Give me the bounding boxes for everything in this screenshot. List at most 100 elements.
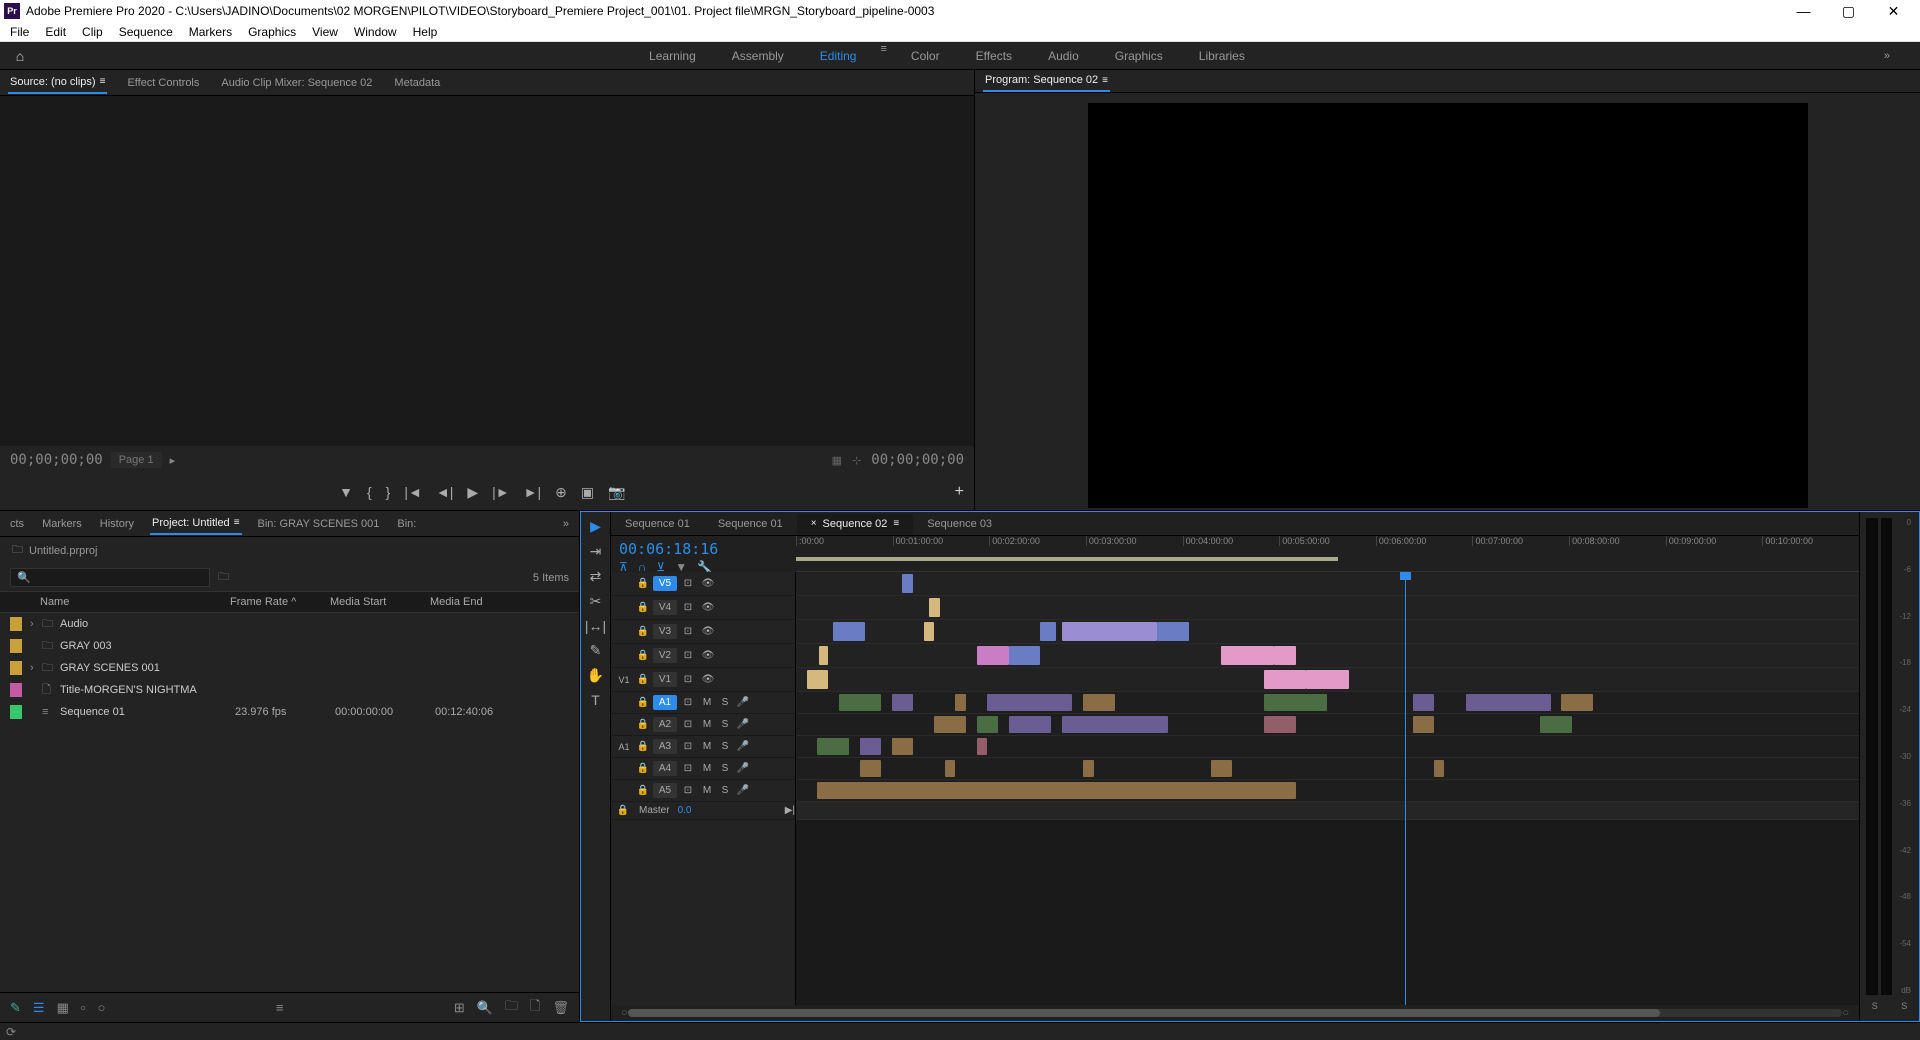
workspace-effects[interactable]: Effects: [958, 43, 1030, 69]
master-track-header[interactable]: 🔒Master0.0▶|: [611, 802, 795, 820]
project-tab[interactable]: Project: Untitled≡: [150, 513, 242, 535]
track-target[interactable]: A3: [653, 739, 677, 754]
menu-edit[interactable]: Edit: [37, 23, 74, 41]
timeline-ruler[interactable]: :00:0000:01:00:0000:02:00:0000:03:00:000…: [796, 536, 1859, 572]
freeform-view-icon[interactable]: ▫: [81, 1000, 86, 1015]
track-select-tool-icon[interactable]: ⇥: [590, 543, 602, 560]
bin-row[interactable]: › 🗀 GRAY SCENES 001: [0, 657, 579, 679]
clip[interactable]: [1009, 646, 1041, 665]
clip[interactable]: [860, 760, 881, 777]
track-lane[interactable]: [796, 644, 1859, 668]
menu-view[interactable]: View: [304, 23, 346, 41]
source-patch[interactable]: A1: [615, 742, 633, 752]
clip[interactable]: [924, 622, 935, 641]
clip[interactable]: [892, 738, 913, 755]
clip[interactable]: [945, 760, 956, 777]
panel-menu-icon[interactable]: ≡: [234, 517, 240, 528]
clip[interactable]: [1083, 694, 1115, 711]
source-patch[interactable]: V1: [615, 675, 633, 685]
clip[interactable]: [1274, 646, 1295, 665]
toggle-output-icon[interactable]: 👁: [699, 626, 717, 637]
pen-tool-icon[interactable]: ✎: [590, 642, 602, 659]
clip[interactable]: [1264, 694, 1328, 711]
minimize-button[interactable]: —: [1781, 0, 1826, 22]
voiceover-icon[interactable]: 🎤: [735, 763, 751, 774]
project-tab[interactable]: History: [98, 514, 136, 534]
automate-icon[interactable]: ⊞: [454, 1000, 465, 1016]
clip[interactable]: [1040, 622, 1056, 641]
clip[interactable]: [860, 738, 881, 755]
sync-lock-icon[interactable]: ⊡: [679, 626, 697, 637]
project-tab[interactable]: Bin:: [395, 514, 418, 534]
menu-clip[interactable]: Clip: [74, 23, 111, 41]
zoom-slider[interactable]: ○: [97, 1000, 105, 1015]
settings-icon[interactable]: ⊹: [852, 454, 861, 467]
track-target[interactable]: A2: [653, 717, 677, 732]
workspace-overflow[interactable]: »: [1854, 50, 1920, 62]
close-button[interactable]: ✕: [1871, 0, 1916, 22]
sync-lock-icon[interactable]: ⊡: [679, 697, 697, 708]
workspace-menu-icon[interactable]: ≡: [874, 43, 892, 69]
clip[interactable]: [839, 694, 882, 711]
razor-tool-icon[interactable]: ✂: [590, 593, 602, 610]
safe-margins-icon[interactable]: ▦: [832, 454, 842, 467]
menu-help[interactable]: Help: [405, 23, 446, 41]
sequence-tab[interactable]: Sequence 03: [913, 514, 1006, 534]
audio-track-header[interactable]: 🔒 A1 ⊡ M S 🎤: [611, 692, 795, 714]
step-back-icon[interactable]: ◄|: [436, 484, 454, 500]
home-button[interactable]: ⌂: [0, 48, 40, 64]
toggle-output-icon[interactable]: 👁: [699, 602, 717, 613]
go-to-out-icon[interactable]: ►|: [524, 484, 542, 500]
solo-left[interactable]: S: [1872, 1001, 1878, 1021]
source-tab[interactable]: Metadata: [392, 73, 442, 93]
menu-markers[interactable]: Markers: [181, 23, 240, 41]
workspace-editing[interactable]: Editing: [802, 43, 875, 69]
clip[interactable]: [929, 598, 940, 617]
workspace-audio[interactable]: Audio: [1030, 43, 1097, 69]
voiceover-icon[interactable]: 🎤: [735, 719, 751, 730]
timeline-timecode[interactable]: 00:06:18:16: [619, 540, 788, 558]
insert-icon[interactable]: ⊕: [555, 484, 567, 501]
selection-tool-icon[interactable]: ▶: [590, 518, 601, 535]
workspace-learning[interactable]: Learning: [631, 43, 714, 69]
list-view-icon[interactable]: ☰: [33, 1000, 45, 1016]
clip[interactable]: [1009, 716, 1052, 733]
project-tab[interactable]: Bin: GRAY SCENES 001: [256, 514, 382, 534]
sync-lock-icon[interactable]: ⊡: [679, 650, 697, 661]
step-forward-icon[interactable]: |►: [492, 484, 510, 500]
lock-icon[interactable]: 🔒: [635, 763, 651, 774]
workspace-assembly[interactable]: Assembly: [714, 43, 802, 69]
track-lane[interactable]: [796, 596, 1859, 620]
close-icon[interactable]: ×: [811, 518, 817, 529]
clip[interactable]: [1413, 716, 1434, 733]
lock-icon[interactable]: 🔒: [635, 602, 651, 613]
lock-icon[interactable]: 🔒: [635, 719, 651, 730]
icon-view-icon[interactable]: ▦: [57, 1000, 69, 1016]
workspace-libraries[interactable]: Libraries: [1181, 43, 1263, 69]
solo-icon[interactable]: S: [717, 763, 733, 774]
add-marker-icon[interactable]: ▼: [339, 484, 353, 500]
clip[interactable]: [1306, 670, 1349, 689]
sort-icon[interactable]: ≡: [276, 1000, 284, 1015]
track-target[interactable]: V5: [653, 576, 677, 591]
track-target[interactable]: A1: [653, 695, 677, 710]
pencil-icon[interactable]: ✎: [10, 1000, 21, 1016]
lock-icon[interactable]: 🔒: [635, 697, 651, 708]
video-track-header[interactable]: 🔒 V3 ⊡ 👁: [611, 620, 795, 644]
program-tab[interactable]: Program: Sequence 02≡: [983, 70, 1110, 92]
col-framerate[interactable]: Frame Rate ^: [230, 596, 330, 608]
col-mediaend[interactable]: Media End: [430, 596, 530, 608]
panel-menu-icon[interactable]: ≡: [1102, 75, 1108, 86]
menu-window[interactable]: Window: [346, 23, 405, 41]
toggle-output-icon[interactable]: 👁: [699, 650, 717, 661]
add-button-icon[interactable]: +: [955, 483, 964, 501]
lock-icon[interactable]: 🔒: [635, 578, 651, 589]
track-target[interactable]: V3: [653, 624, 677, 639]
timeline-playhead[interactable]: [1405, 572, 1406, 1005]
clip[interactable]: [1211, 760, 1232, 777]
clip[interactable]: [1413, 694, 1434, 711]
track-lane[interactable]: [796, 668, 1859, 692]
lock-icon[interactable]: 🔒: [635, 674, 651, 685]
solo-icon[interactable]: S: [717, 785, 733, 796]
mute-icon[interactable]: M: [699, 741, 715, 752]
